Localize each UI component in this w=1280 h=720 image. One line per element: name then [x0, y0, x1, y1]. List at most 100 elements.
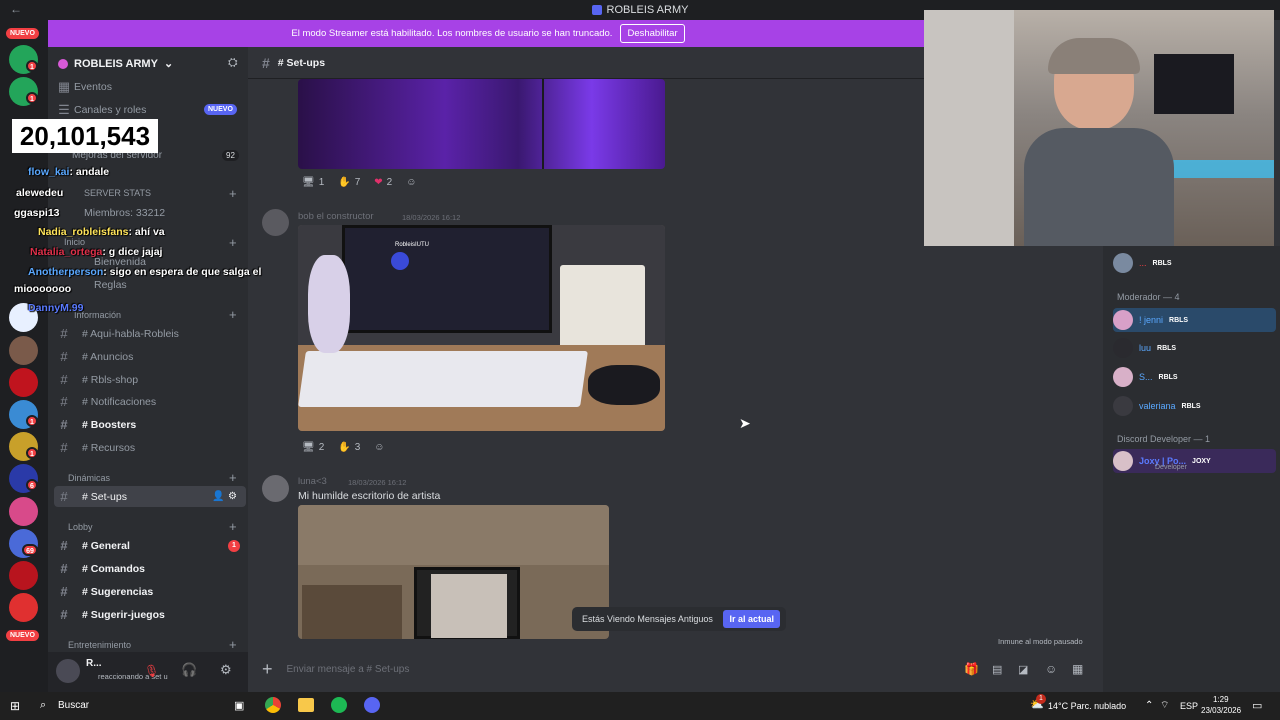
channel-sugerencias[interactable]: # # Sugerencias	[54, 581, 246, 602]
member-item[interactable]: Joxy | Po... JOXY Developer	[1113, 449, 1276, 473]
message-author[interactable]: bob el constructor	[298, 211, 374, 222]
message-author[interactable]: luna<3	[298, 476, 327, 487]
gift-icon[interactable]: 🎁	[964, 662, 979, 676]
nuevo-badge: NUEVO	[204, 104, 237, 115]
channel-general[interactable]: # # General 1	[54, 535, 246, 556]
add-channel-icon[interactable]: +	[229, 470, 237, 485]
member-item[interactable]: luu RBLS	[1113, 336, 1276, 360]
add-member-icon[interactable]: 👤	[212, 491, 224, 502]
add-reaction-icon[interactable]: ☺	[374, 442, 384, 453]
avatar[interactable]	[262, 475, 289, 502]
clock-time[interactable]: 1:29	[1213, 695, 1229, 704]
hash-icon: #	[60, 440, 68, 455]
hash-icon: #	[60, 561, 68, 576]
message-image[interactable]	[298, 79, 665, 169]
reaction-row: 🖥 2 ✋ 3 ☺	[302, 438, 385, 456]
plush-shape	[308, 255, 350, 353]
server-icon[interactable]	[9, 593, 38, 622]
chat-user: DannyM.99	[28, 302, 84, 314]
headset-icon[interactable]: 🎧	[181, 662, 197, 678]
chrome-icon[interactable]	[265, 697, 281, 713]
shelf-shape	[302, 585, 402, 639]
back-arrow-icon[interactable]: ←	[10, 2, 22, 16]
settings-gear-icon[interactable]: ⚙	[220, 662, 232, 678]
disable-button[interactable]: Deshabilitar	[620, 24, 685, 43]
avatar[interactable]	[262, 209, 289, 236]
emoji-icon[interactable]: ☺	[1045, 662, 1057, 676]
reaction-count: 3	[354, 441, 361, 453]
server-icon[interactable]	[9, 336, 38, 365]
spotify-icon[interactable]	[331, 697, 347, 713]
discord-icon[interactable]	[364, 697, 380, 713]
add-channel-icon[interactable]: +	[229, 637, 237, 652]
clock-date[interactable]: 23/03/2026	[1201, 706, 1241, 715]
add-reaction-icon[interactable]: ☺	[406, 177, 416, 188]
jump-to-present-button[interactable]: Ir al actual	[723, 610, 780, 628]
taskbar-search[interactable]: Buscar	[58, 700, 89, 711]
mouse-cursor-icon: ➤	[739, 415, 751, 431]
mic-muted-icon[interactable]: 🎙	[144, 664, 159, 678]
search-icon[interactable]: ⌕	[40, 699, 46, 712]
category-server-stats[interactable]: SERVER STATS	[84, 188, 151, 198]
hand-emoji-icon[interactable]: ✋	[338, 442, 350, 453]
add-channel-icon[interactable]: +	[229, 235, 237, 250]
stream-chat-line: ggaspi13	[14, 207, 60, 219]
channel-recursos[interactable]: # # Recursos	[54, 437, 246, 458]
add-channel-icon[interactable]: +	[229, 307, 237, 322]
reaction-count: 2	[318, 441, 325, 453]
events-item[interactable]: ▦ Eventos	[54, 76, 246, 97]
heart-emoji-icon[interactable]: ❤	[374, 177, 382, 188]
monitor-emoji-icon[interactable]: 🖥	[302, 442, 315, 453]
hash-icon: #	[60, 349, 68, 364]
message-input[interactable]: + Enviar mensaje a # Set-ups 🎁 ▤ ◪ ☺ ▦	[262, 655, 1096, 683]
message-image[interactable]: RobleisIUTU	[298, 225, 665, 431]
server-icon[interactable]	[9, 368, 38, 397]
language-indicator[interactable]: ESP	[1180, 701, 1198, 711]
chevron-up-icon[interactable]: ⌃	[1145, 700, 1153, 711]
channel-label: Reglas	[94, 278, 127, 291]
category-dinamicas[interactable]: Dinámicas	[68, 473, 110, 483]
channel-anuncios[interactable]: # # Anuncios	[54, 346, 246, 367]
channel-sugerir-juegos[interactable]: # # Sugerir-juegos	[54, 604, 246, 625]
channel-set-ups[interactable]: # # Set-ups 👤 ⚙	[54, 486, 246, 507]
mention-badge: 6	[26, 479, 38, 491]
channel-aqui-habla[interactable]: # # Aqui-habla-Robleis	[54, 323, 246, 344]
add-channel-icon[interactable]: +	[229, 186, 237, 201]
hash-icon: #	[262, 54, 270, 71]
add-user-icon[interactable]: ⛭	[228, 55, 238, 70]
apps-icon[interactable]: ▦	[1072, 662, 1083, 676]
avatar[interactable]	[56, 659, 80, 683]
chat-text: : andale	[69, 166, 110, 178]
avatar	[1113, 451, 1133, 471]
channel-boosters[interactable]: # # Boosters	[54, 414, 246, 435]
category-lobby[interactable]: Lobby	[68, 522, 93, 532]
category-entretenimiento[interactable]: Entretenimiento	[68, 640, 131, 650]
server-header[interactable]: ROBLEIS ARMY ⌄	[58, 57, 173, 70]
member-item[interactable]: valeriana RBLS	[1113, 394, 1276, 418]
message-image[interactable]	[298, 505, 609, 639]
channel-notificaciones[interactable]: # # Notificaciones	[54, 391, 246, 412]
server-icon[interactable]	[9, 561, 38, 590]
sticker-icon[interactable]: ◪	[1018, 663, 1028, 676]
add-channel-icon[interactable]: +	[229, 519, 237, 534]
file-explorer-icon[interactable]	[298, 698, 314, 712]
server-icon[interactable]	[9, 497, 38, 526]
member-item[interactable]: ... RBLS	[1113, 251, 1276, 275]
gif-icon[interactable]: ▤	[992, 663, 1002, 676]
monitor-emoji-icon[interactable]: 🖥	[302, 177, 315, 188]
member-item[interactable]: ! jenni RBLS	[1113, 308, 1276, 332]
hand-emoji-icon[interactable]: ✋	[338, 177, 350, 188]
channel-comandos[interactable]: # # Comandos	[54, 558, 246, 579]
weather-text[interactable]: 14°C Parc. nublado	[1048, 701, 1126, 711]
gear-icon[interactable]: ⚙	[228, 491, 237, 502]
task-view-icon[interactable]: ▣	[234, 699, 244, 712]
channel-rbls-shop[interactable]: # # Rbls-shop	[54, 369, 246, 390]
member-name: ! jenni	[1139, 315, 1164, 325]
notifications-icon[interactable]: ▭	[1252, 699, 1262, 712]
network-icon[interactable]: ⌔	[1160, 699, 1169, 712]
list-icon: ☰	[58, 101, 70, 117]
windows-start-icon[interactable]: ⊞	[10, 699, 20, 713]
add-attachment-icon[interactable]: +	[262, 659, 273, 680]
channels-roles-item[interactable]: ☰ Canales y roles NUEVO	[54, 99, 246, 120]
member-item[interactable]: S... RBLS	[1113, 365, 1276, 389]
